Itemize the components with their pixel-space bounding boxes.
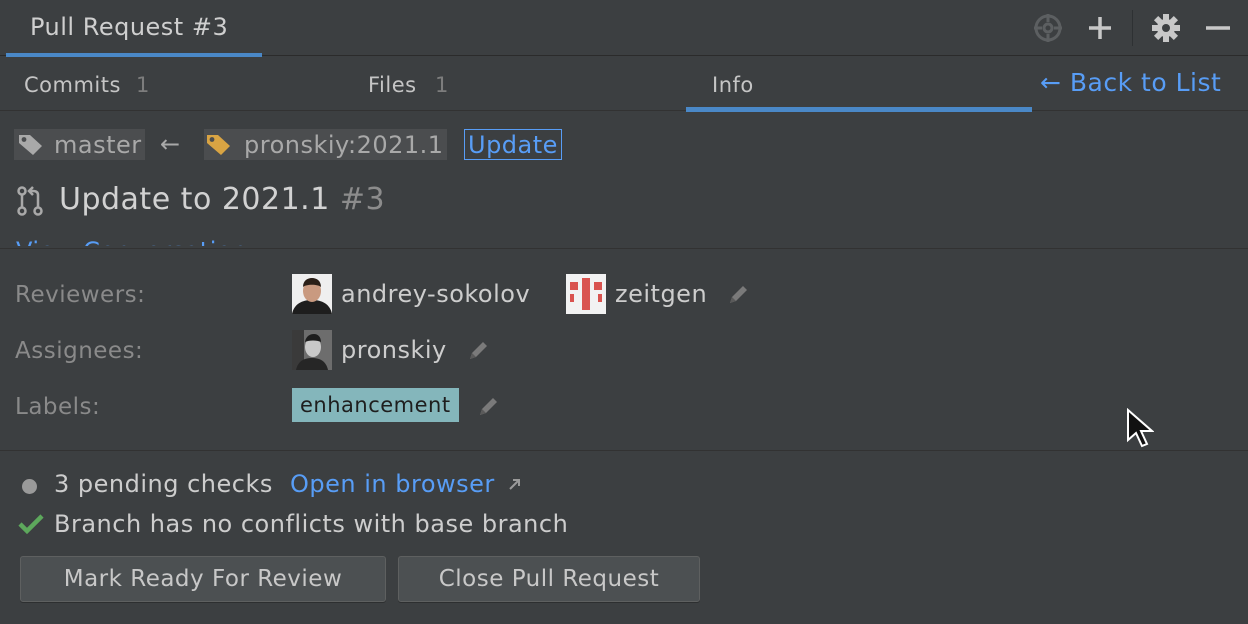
edit-reviewers-pencil-icon[interactable]	[727, 284, 749, 306]
open-in-browser-link[interactable]: Open in browser	[290, 470, 523, 498]
avatar	[566, 274, 606, 314]
reviewer-name: zeitgen	[615, 280, 708, 308]
reviewer-zeitgen[interactable]: zeitgen	[566, 274, 707, 314]
tab-commits-label: Commits	[24, 73, 121, 97]
avatar	[292, 330, 332, 370]
divider	[0, 248, 1248, 249]
page-title: Update to 2021.1 #3	[14, 180, 614, 220]
reviewer-andrey-sokolov[interactable]: andrey-sokolov	[292, 274, 530, 314]
assignees-label: Assignees:	[15, 338, 144, 364]
no-conflicts-text: Branch has no conflicts with base branch	[54, 510, 569, 538]
back-to-list-link[interactable]: ← Back to List	[1040, 68, 1221, 97]
plus-icon[interactable]	[1084, 12, 1116, 44]
assignee-name: pronskiy	[341, 336, 447, 364]
crosshair-icon[interactable]	[1032, 12, 1064, 44]
tool-window-header: Pull Request #3	[0, 0, 1248, 57]
tab-info[interactable]: Info	[686, 56, 1032, 112]
open-in-browser-label: Open in browser	[290, 470, 495, 498]
pr-number: #3	[339, 182, 386, 217]
tab-files-label: Files	[368, 73, 417, 97]
external-link-icon	[509, 479, 520, 490]
base-branch-name: master	[54, 130, 142, 159]
pr-title-text: Update to 2021.1	[59, 182, 330, 217]
edit-assignees-pencil-icon[interactable]	[467, 340, 489, 362]
close-pull-request-button[interactable]: Close Pull Request	[398, 556, 700, 602]
gear-icon[interactable]	[1150, 12, 1182, 44]
tag-icon	[207, 134, 230, 155]
label-enhancement[interactable]: enhancement	[292, 388, 459, 422]
tab-commits[interactable]: Commits 1	[0, 56, 346, 111]
toolbar-separator	[1132, 10, 1133, 46]
pending-dot-icon	[22, 479, 37, 494]
labels-label: Labels:	[15, 394, 101, 420]
mouse-cursor-icon	[1127, 408, 1154, 448]
divider	[0, 450, 1248, 451]
branch-row: master ← pronskiy:2021.1 Update	[14, 128, 714, 162]
check-icon	[18, 514, 44, 535]
reviewer-name: andrey-sokolov	[341, 280, 531, 308]
update-branch-button[interactable]: Update	[464, 129, 562, 160]
edit-labels-pencil-icon[interactable]	[477, 396, 499, 418]
base-branch-chip: master	[14, 129, 145, 160]
pull-request-icon	[17, 186, 43, 216]
assignee-pronskiy[interactable]: pronskiy	[292, 330, 447, 370]
view-conversation-label: View Conversation	[16, 237, 248, 246]
mark-ready-for-review-button[interactable]: Mark Ready For Review	[20, 556, 386, 602]
avatar	[292, 274, 332, 314]
active-tab-indicator	[686, 107, 1032, 112]
minus-icon[interactable]	[1202, 12, 1234, 44]
branch-arrow: ←	[160, 130, 181, 158]
reviewers-label: Reviewers:	[15, 282, 146, 308]
tab-files-count: 1	[435, 73, 449, 97]
view-conversation-link[interactable]: View Conversation	[16, 226, 316, 246]
pending-checks-text: 3 pending checks	[54, 470, 273, 498]
tab-pull-request-label: Pull Request #3	[30, 13, 229, 41]
tab-pull-request[interactable]: Pull Request #3	[6, 0, 262, 57]
tab-info-label: Info	[712, 73, 754, 97]
tab-files[interactable]: Files 1	[346, 56, 686, 111]
head-branch-chip: pronskiy:2021.1	[204, 129, 447, 160]
tag-icon	[19, 134, 42, 155]
head-branch-name: pronskiy:2021.1	[244, 130, 444, 159]
tab-commits-count: 1	[136, 73, 150, 97]
